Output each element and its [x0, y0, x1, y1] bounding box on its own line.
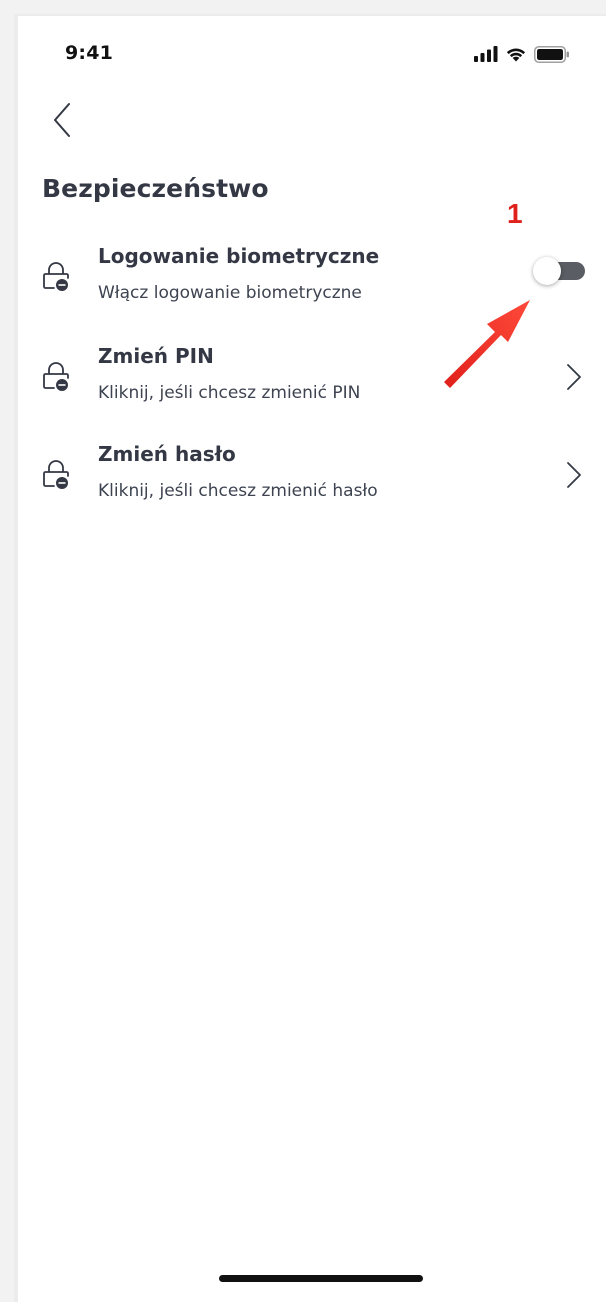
- chevron-right-icon: [567, 364, 581, 390]
- lock-icon: [43, 362, 69, 391]
- phone-screen: 9:41 Bezpieczeństwo Logowanie biometrycz…: [14, 14, 606, 1302]
- setting-title: Zmień PIN: [98, 344, 214, 368]
- lock-icon: [43, 460, 69, 489]
- annotation-number: 1: [507, 198, 523, 229]
- cellular-signal-icon: [474, 46, 498, 62]
- lock-icon: [43, 262, 69, 291]
- back-button[interactable]: [44, 100, 80, 140]
- toggle-knob: [533, 257, 561, 285]
- status-time: 9:41: [65, 42, 114, 64]
- chevron-right-icon: [567, 462, 581, 488]
- page-title: Bezpieczeństwo: [42, 174, 269, 203]
- annotation-arrow-icon: [444, 300, 530, 388]
- status-bar: 9:41: [18, 16, 606, 96]
- status-icons: [474, 44, 570, 64]
- setting-subtitle: Włącz logowanie biometryczne: [98, 283, 362, 303]
- battery-icon: [534, 45, 569, 63]
- setting-subtitle: Kliknij, jeśli chcesz zmienić hasło: [98, 481, 378, 501]
- setting-title: Logowanie biometryczne: [98, 244, 380, 268]
- biometric-toggle[interactable]: [533, 256, 585, 286]
- setting-subtitle: Kliknij, jeśli chcesz zmienić PIN: [98, 383, 361, 403]
- wifi-icon: [506, 48, 526, 62]
- setting-change-password[interactable]: Zmień hasło Kliknij, jeśli chcesz zmieni…: [18, 442, 606, 526]
- setting-title: Zmień hasło: [98, 442, 236, 466]
- home-indicator: [219, 1275, 423, 1282]
- chevron-left-icon: [54, 103, 70, 137]
